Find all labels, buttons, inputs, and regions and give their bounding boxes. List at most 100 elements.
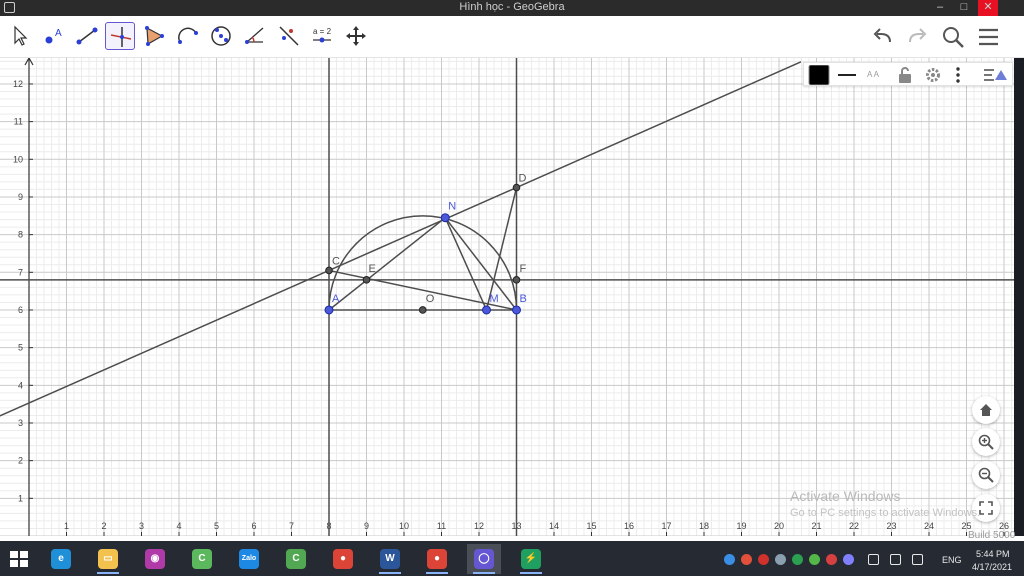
zoom-in-icon [978, 434, 994, 450]
zoom-in-button[interactable] [972, 428, 1000, 456]
y-axis-tick-label: 7 [18, 267, 23, 277]
fullscreen-icon [979, 501, 993, 515]
taskbar-app-chrome[interactable]: ● [326, 544, 360, 574]
explorer-icon: ▭ [98, 549, 118, 569]
clock-time[interactable]: 5:44 PM [976, 549, 1010, 559]
tray-app-icon[interactable] [792, 554, 803, 565]
color-button[interactable] [808, 64, 830, 86]
tool-arc[interactable] [173, 22, 203, 50]
lock-button[interactable] [894, 65, 916, 85]
x-axis-tick-label: 19 [736, 521, 746, 531]
tray-app-icon[interactable] [724, 554, 735, 565]
home-icon [980, 404, 992, 416]
redo-button[interactable] [904, 24, 930, 50]
taskbar-app-edge[interactable]: e [44, 544, 78, 574]
tray-app-icon[interactable] [843, 554, 854, 565]
main-menu-button[interactable] [976, 24, 1002, 50]
point-label-d: D [519, 173, 527, 185]
semicircle [328, 215, 518, 310]
line-style-button[interactable] [836, 65, 858, 85]
zoom-out-button[interactable] [972, 461, 1000, 489]
point-label-o: O [426, 293, 435, 305]
toggle-stylebar-icon [984, 69, 1007, 81]
segment-icon [76, 27, 98, 45]
search-button[interactable] [940, 24, 966, 50]
volume-icon[interactable] [912, 554, 923, 565]
clock-date[interactable]: 4/17/2021 [972, 562, 1012, 572]
minimize-button[interactable]: – [930, 0, 950, 16]
taskbar-app-explorer[interactable]: ▭ [91, 544, 125, 574]
taskbar-app-word[interactable]: W [373, 544, 407, 574]
tool-move[interactable] [4, 22, 34, 50]
tool-polygon[interactable] [139, 22, 169, 50]
edge-icon: e [51, 549, 71, 569]
move-graphics-icon [346, 26, 366, 46]
point-d [512, 183, 521, 192]
taskbar-app-coccoc2[interactable]: C [279, 544, 313, 574]
y-axis-tick-label: 1 [18, 493, 23, 503]
title-bar: Hình học - GeoGebra – □ ✕ [0, 0, 1024, 16]
tray-app-icon[interactable] [758, 554, 769, 565]
start-button[interactable] [2, 544, 36, 574]
tray-app-icon[interactable] [826, 554, 837, 565]
language-indicator[interactable]: ENG [942, 555, 962, 565]
tool-reflect[interactable] [274, 22, 304, 50]
x-axis-tick-label: 14 [549, 521, 559, 531]
x-axis-tick-label: 11 [437, 521, 446, 531]
graphics-view[interactable]: 1234567891011121314151617181920212223242… [0, 58, 1014, 536]
network-icon[interactable] [868, 554, 879, 565]
x-axis-tick-label: 4 [176, 521, 181, 531]
settings-icon [926, 68, 940, 82]
point-label-f: F [520, 263, 527, 275]
taskbar-app-geogebra[interactable]: ◯ [467, 544, 501, 574]
x-axis-tick-label: 7 [289, 521, 294, 531]
home-button[interactable] [972, 396, 1000, 424]
text-size-icon: A A [866, 70, 879, 79]
segment-cb [328, 269, 517, 311]
angle-icon [245, 27, 264, 44]
point-a [324, 305, 334, 315]
maximize-button[interactable]: □ [954, 0, 974, 16]
points-layer: A B O M C E F D N [324, 173, 527, 315]
tool-slider[interactable]: a = 2 [307, 22, 337, 50]
more-icon [956, 67, 960, 83]
taskbar-app-camera[interactable]: ◉ [138, 544, 172, 574]
y-axis-tick-labels: 123456789101112 [13, 79, 33, 503]
undo-button[interactable] [870, 24, 896, 50]
tool-perpendicular[interactable] [105, 22, 135, 50]
x-axis-tick-label: 5 [214, 521, 219, 531]
close-button[interactable]: ✕ [978, 0, 998, 16]
signal-icon[interactable] [890, 554, 901, 565]
x-axis-tick-label: 15 [586, 521, 596, 531]
point-b [512, 305, 521, 315]
tray-app-icon[interactable] [809, 554, 820, 565]
tool-angle[interactable] [240, 22, 270, 50]
zoom-out-icon [978, 467, 994, 483]
taskbar-app-security[interactable]: ⚡ [514, 544, 548, 574]
y-axis-tick-label: 4 [18, 380, 23, 390]
text-size-button[interactable]: A A [862, 65, 884, 85]
x-axis-tick-label: 10 [399, 521, 409, 531]
tool-move-view[interactable] [341, 22, 371, 50]
toggle-stylebar-button[interactable] [982, 65, 1008, 85]
taskbar-app-coccoc[interactable]: C [185, 544, 219, 574]
axes [24, 58, 34, 536]
point-tool-label: A [55, 28, 62, 39]
x-axis-tick-label: 2 [101, 521, 106, 531]
tool-circle[interactable] [206, 22, 236, 50]
x-axis-tick-label: 16 [624, 521, 634, 531]
tray-app-icon[interactable] [741, 554, 752, 565]
slider-tool-label: a = 2 [313, 27, 332, 36]
tangent-line-cd [0, 61, 802, 417]
y-axis-tick-label: 2 [18, 456, 23, 466]
tray-app-icon[interactable] [775, 554, 786, 565]
geometry-canvas[interactable]: 1234567891011121314151617181920212223242… [0, 58, 1014, 536]
tool-segment[interactable] [72, 22, 102, 50]
taskbar-app-zalo[interactable]: Zalo [232, 544, 266, 574]
tool-point[interactable]: A [38, 22, 68, 50]
point-o [418, 306, 427, 314]
more-options-button[interactable] [948, 65, 968, 85]
object-settings-button[interactable] [922, 65, 944, 85]
taskbar-app-chrome2[interactable]: ● [420, 544, 454, 574]
desktop-strip [1014, 58, 1024, 536]
